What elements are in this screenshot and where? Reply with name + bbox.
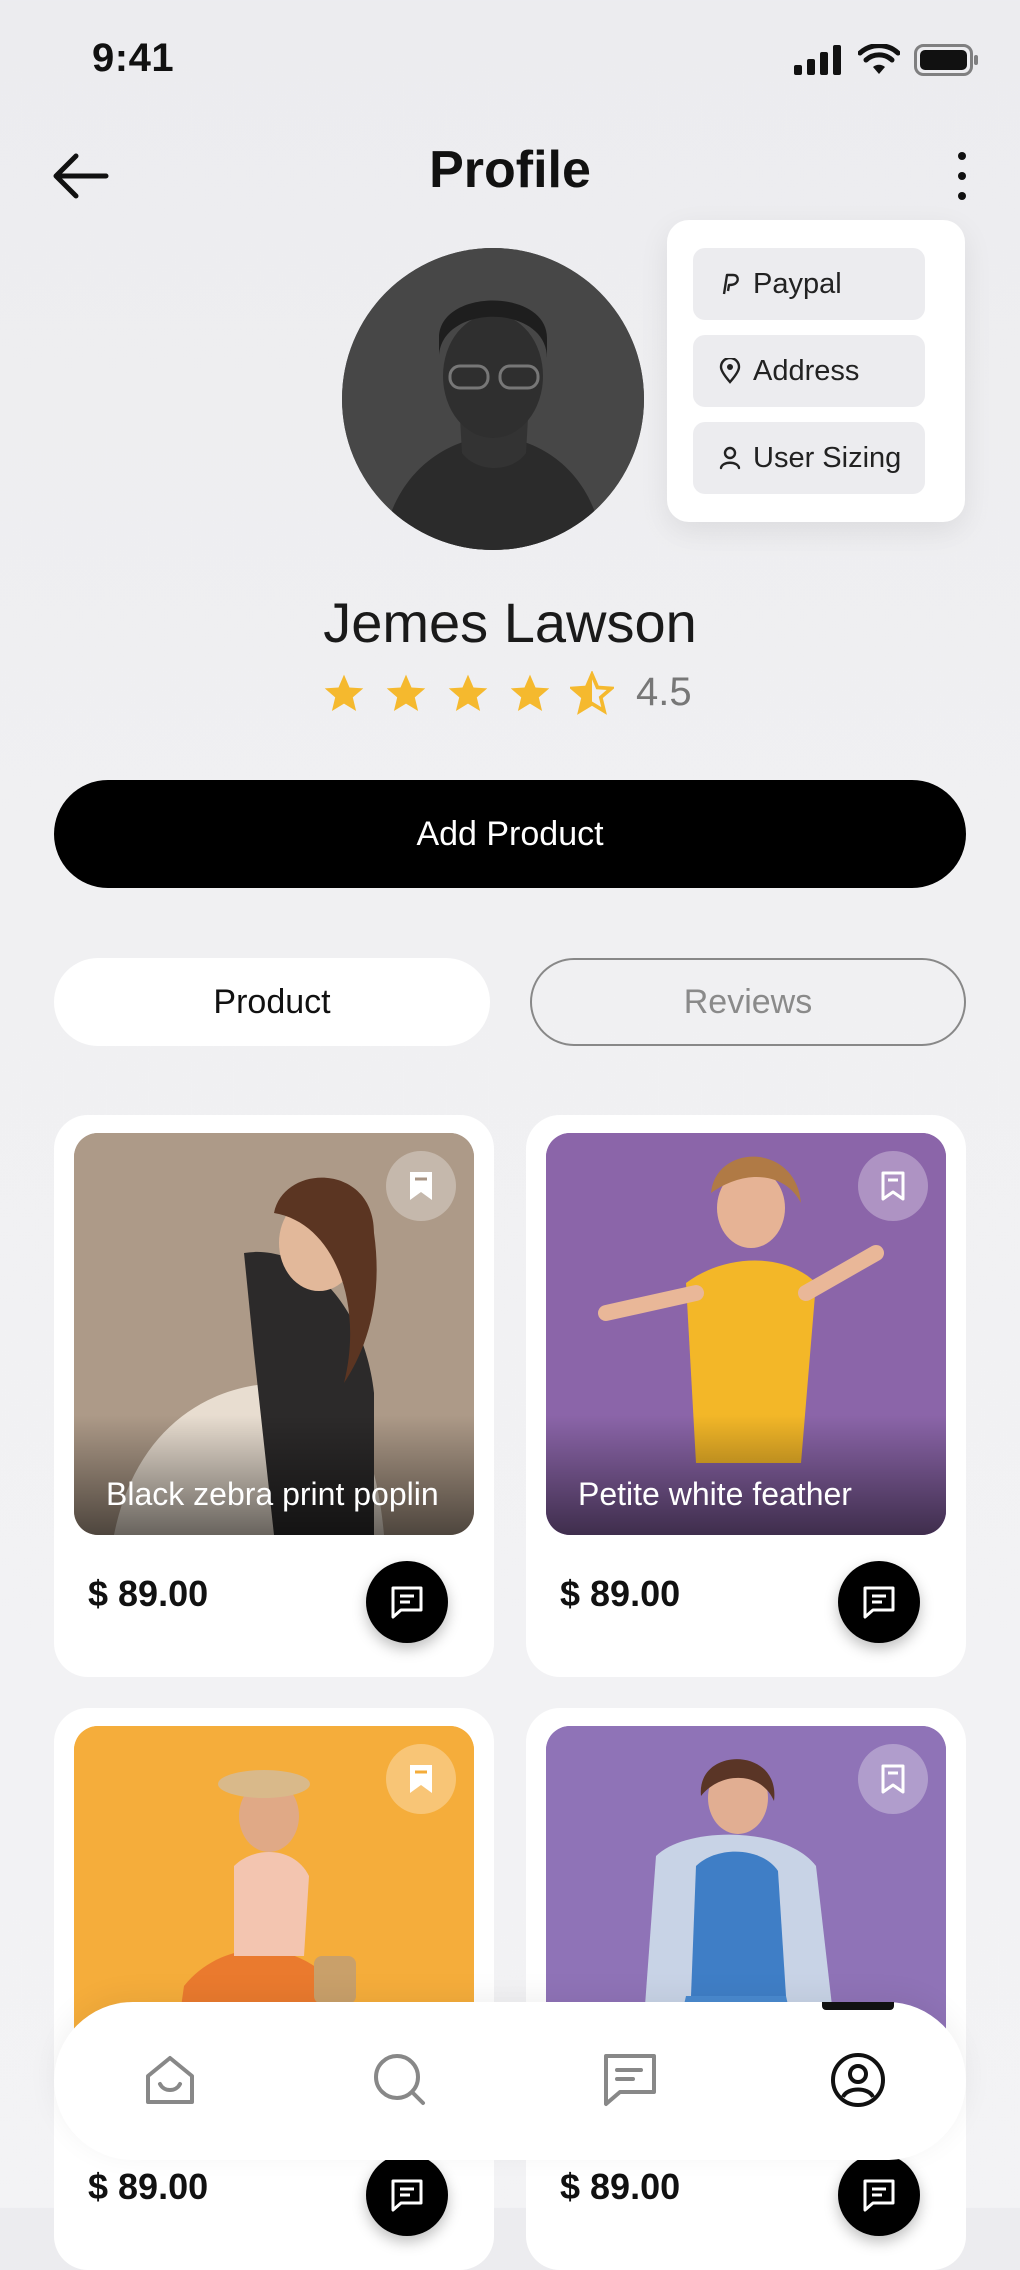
avatar [342, 248, 644, 550]
menu-item-label: User Sizing [753, 441, 902, 474]
menu-item-label: Paypal [753, 267, 842, 300]
nav-home[interactable] [138, 2048, 202, 2112]
wifi-icon [858, 44, 900, 74]
rating: 4.5 [322, 670, 692, 715]
bookmark-button[interactable] [858, 1151, 928, 1221]
bookmark-outline-icon [881, 1764, 905, 1794]
product-price: $ 89.00 [560, 2166, 681, 2207]
bookmark-filled-icon [410, 1765, 432, 1793]
more-options-icon[interactable] [950, 152, 974, 200]
user-icon [719, 446, 741, 470]
product-price: $ 89.00 [88, 2166, 209, 2207]
message-button[interactable] [838, 2154, 920, 2236]
product-card[interactable]: $ 89.00 [54, 1708, 494, 2270]
product-title: Petite white feather [578, 1476, 852, 1512]
tab-reviews[interactable]: Reviews [530, 958, 966, 1046]
nav-profile[interactable] [822, 2002, 894, 2112]
menu-item-address[interactable]: Address [693, 335, 925, 407]
battery-icon [914, 44, 978, 76]
signal-icon [794, 45, 841, 75]
message-button[interactable] [838, 1561, 920, 1643]
page-title: Profile [429, 141, 591, 199]
star-filled-icon [386, 674, 426, 711]
menu-item-user-sizing[interactable]: User Sizing [693, 422, 925, 494]
menu-item-label: Address [753, 354, 860, 387]
nav-messages[interactable] [598, 2048, 662, 2112]
options-menu: Paypal Address User Sizing [667, 220, 965, 522]
nav-search[interactable] [368, 2048, 432, 2112]
star-filled-icon [324, 674, 364, 711]
bookmark-button[interactable] [386, 1151, 456, 1221]
profile-name: Jemes Lawson [323, 591, 697, 654]
menu-item-paypal[interactable]: Paypal [693, 248, 925, 320]
bookmark-filled-icon [410, 1172, 432, 1200]
status-icons [794, 44, 980, 76]
product-card[interactable]: $ 89.00 [526, 1708, 966, 2270]
star-filled-icon [448, 674, 488, 711]
product-title: Black zebra print poplin [106, 1476, 439, 1512]
status-time: 9:41 [92, 36, 175, 80]
chat-icon [604, 2054, 656, 2106]
chat-icon [863, 1586, 895, 1619]
product-image[interactable]: Black zebra print poplin [74, 1133, 474, 1535]
add-product-button[interactable]: Add Product [54, 780, 966, 888]
home-icon [146, 2056, 194, 2104]
avatar-portrait [342, 248, 644, 550]
product-price: $ 89.00 [88, 1573, 209, 1614]
search-icon [374, 2054, 425, 2105]
message-button[interactable] [366, 1561, 448, 1643]
product-card[interactable]: Petite white feather $ 89.00 [526, 1115, 966, 1677]
paypal-icon [722, 273, 739, 295]
message-button[interactable] [366, 2154, 448, 2236]
location-pin-icon [719, 358, 741, 384]
chat-icon [391, 1586, 423, 1619]
bookmark-outline-icon [881, 1171, 905, 1201]
bookmark-button[interactable] [386, 1744, 456, 1814]
product-card[interactable]: Black zebra print poplin $ 89.00 [54, 1115, 494, 1677]
rating-value: 4.5 [636, 670, 692, 714]
product-price: $ 89.00 [560, 1573, 681, 1614]
tab-product[interactable]: Product [54, 958, 490, 1046]
star-half-icon [570, 670, 614, 715]
profile-icon [831, 2053, 885, 2107]
bottom-nav [54, 2002, 966, 2160]
star-filled-icon [510, 674, 550, 711]
active-indicator [822, 2002, 894, 2010]
product-image[interactable]: Petite white feather [546, 1133, 946, 1535]
bookmark-button[interactable] [858, 1744, 928, 1814]
